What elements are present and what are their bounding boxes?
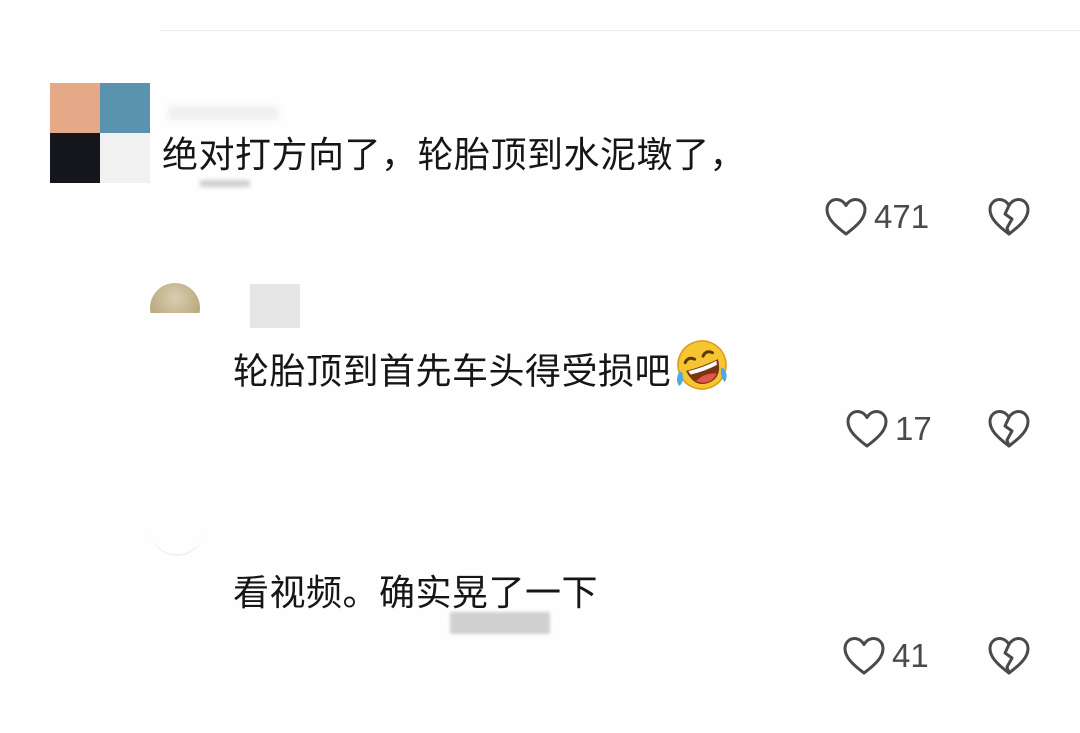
like-count: 41: [892, 637, 929, 674]
dislike-button[interactable]: [987, 408, 1031, 450]
reply-text: 轮胎顶到首先车头得受损吧: [233, 340, 731, 403]
blurred-username: [250, 284, 300, 328]
blurred-overlay: [450, 612, 550, 634]
like-button[interactable]: 41: [842, 635, 929, 677]
blurred-overlay: [200, 180, 250, 187]
dislike-button[interactable]: [987, 635, 1031, 677]
top-divider: [160, 30, 1080, 31]
comment-actions: 471: [824, 196, 929, 238]
reply-actions: 41: [842, 635, 929, 677]
like-count: 471: [874, 198, 930, 235]
broken-heart-icon: [988, 198, 1030, 236]
reply-text-content: 轮胎顶到首先车头得受损吧: [233, 351, 672, 393]
broken-heart-icon: [988, 410, 1030, 448]
heart-outline-icon: [825, 198, 867, 236]
heart-outline-icon: [843, 637, 885, 675]
reply-avatar[interactable]: [150, 520, 204, 556]
reply-avatar[interactable]: [150, 283, 200, 313]
rolling-on-floor-laughing-emoji: [673, 338, 731, 403]
reply-actions: 17: [845, 408, 932, 450]
reply-text: 看视频。确实晃了一下: [233, 573, 599, 614]
like-button[interactable]: 17: [845, 408, 932, 450]
blurred-username: [168, 106, 278, 120]
like-count: 17: [895, 410, 932, 447]
dislike-button[interactable]: [987, 196, 1031, 238]
commenter-avatar[interactable]: [50, 83, 150, 183]
avatar-pixel-block: [50, 83, 100, 133]
comment-text: 绝对打方向了，轮胎顶到水泥墩了，: [162, 135, 747, 176]
heart-outline-icon: [846, 410, 888, 448]
broken-heart-icon: [988, 637, 1030, 675]
like-button[interactable]: 471: [824, 196, 929, 238]
avatar-pixel-block: [100, 133, 150, 183]
avatar-pixel-block: [100, 83, 150, 133]
avatar-pixel-block: [50, 133, 100, 183]
